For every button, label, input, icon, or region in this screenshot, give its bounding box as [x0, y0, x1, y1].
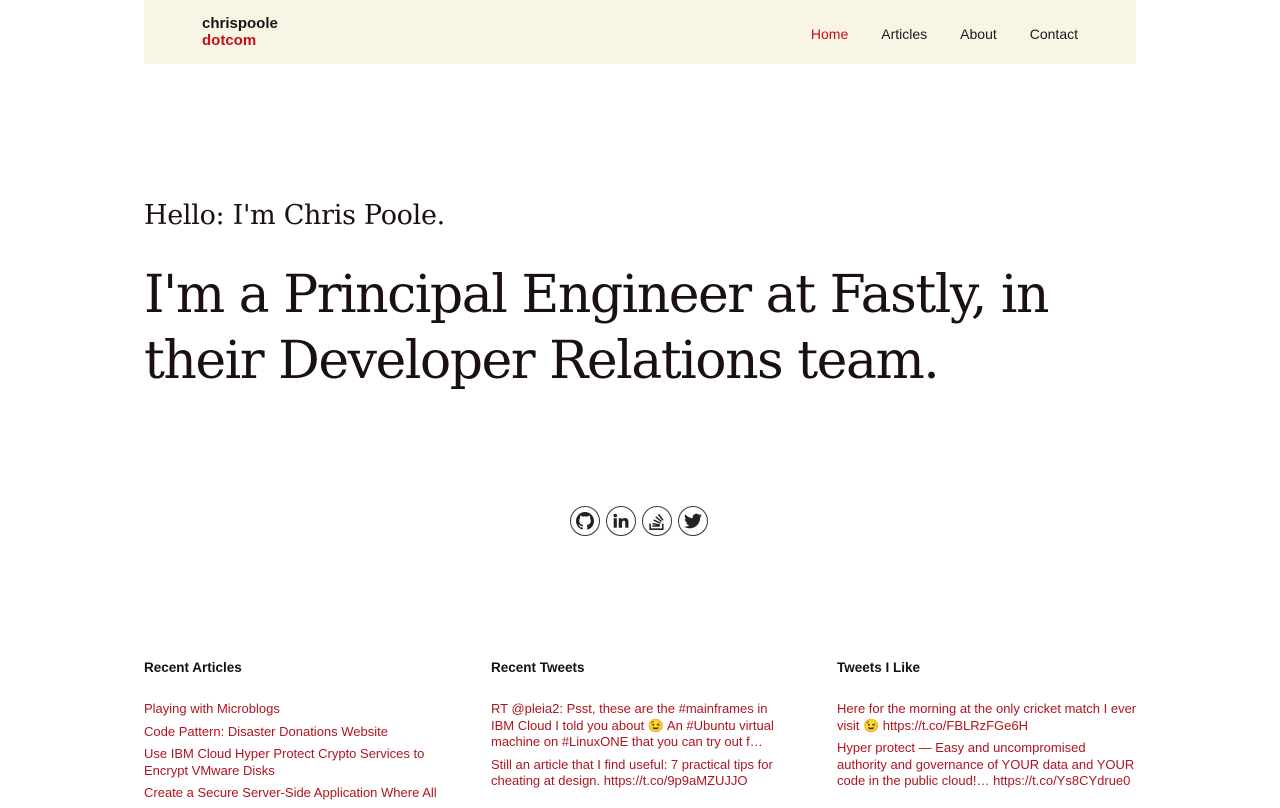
hero-greeting: Hello: I'm Chris Poole.	[144, 200, 445, 231]
liked-tweet-link[interactable]: Here for the morning at the only cricket…	[837, 701, 1137, 734]
liked-tweet-link[interactable]: Hyper protect — Easy and uncompromised a…	[837, 740, 1137, 790]
github-link[interactable]	[570, 506, 600, 536]
nav-articles[interactable]: Articles	[881, 25, 927, 43]
linkedin-link[interactable]	[606, 506, 636, 536]
site-logo[interactable]: chrispoole dotcom	[202, 15, 278, 49]
nav-about[interactable]: About	[960, 25, 997, 43]
recent-articles-title: Recent Articles	[144, 660, 242, 675]
liked-tweets-title: Tweets I Like	[837, 660, 921, 675]
site-header: chrispoole dotcom Home Articles About Co…	[144, 0, 1136, 64]
article-link[interactable]: Playing with Microblogs	[144, 701, 444, 718]
tweet-link[interactable]: Still an article that I find useful: 7 p…	[491, 757, 791, 790]
twitter-icon	[684, 513, 702, 529]
liked-tweets: Tweets I Like Here for the morning at th…	[837, 660, 1137, 796]
article-link[interactable]: Code Pattern: Disaster Donations Website	[144, 724, 444, 741]
recent-tweets: Recent Tweets RT @pleia2: Psst, these ar…	[491, 660, 791, 796]
stackoverflow-link[interactable]	[642, 506, 672, 536]
nav-contact[interactable]: Contact	[1030, 25, 1078, 43]
social-links	[570, 506, 708, 536]
logo-line-2: dotcom	[202, 32, 257, 49]
nav-home[interactable]: Home	[811, 25, 848, 43]
logo-line-1: chrispoole	[202, 15, 278, 32]
stackoverflow-icon	[649, 513, 664, 530]
tweet-link[interactable]: RT @pleia2: Psst, these are the #mainfra…	[491, 701, 791, 751]
article-link[interactable]: Create a Secure Server-Side Application …	[144, 785, 444, 802]
main-nav: Home Articles About Contact	[778, 25, 1078, 43]
hero-headline: I'm a Principal Engineer at Fastly, in t…	[144, 265, 1050, 391]
linkedin-icon	[613, 513, 629, 528]
twitter-link[interactable]	[678, 506, 708, 536]
recent-tweets-title: Recent Tweets	[491, 660, 585, 675]
article-link[interactable]: Use IBM Cloud Hyper Protect Crypto Servi…	[144, 746, 444, 779]
github-icon	[576, 512, 594, 530]
recent-articles: Recent Articles Playing with Microblogs …	[144, 660, 444, 808]
